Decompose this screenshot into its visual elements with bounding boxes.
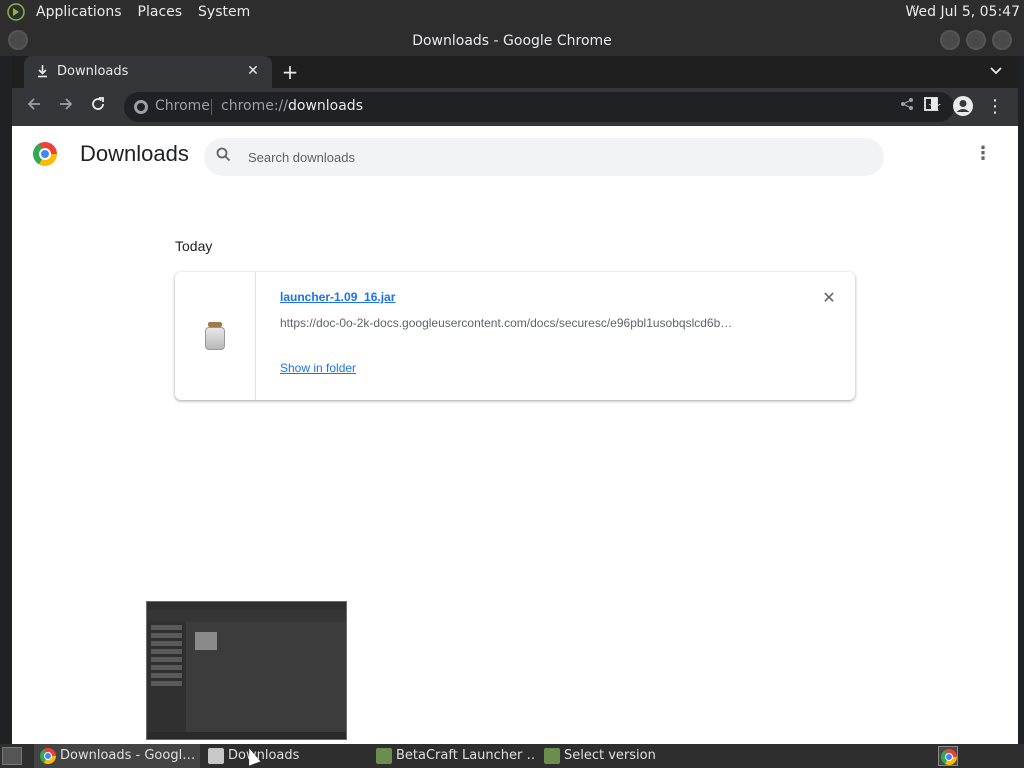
file-name-link[interactable]: launcher-1.09_16.jar: [280, 290, 395, 304]
address-bar[interactable]: Chrome chrome://downloads ☆: [124, 92, 954, 122]
jar-file-icon: [204, 322, 226, 350]
remove-download-icon[interactable]: ✕: [819, 288, 839, 308]
betacraft-icon: [544, 748, 560, 764]
window-menu-button[interactable]: [8, 30, 28, 50]
forward-button[interactable]: [54, 95, 78, 119]
preview-sidebar: [147, 622, 186, 739]
back-button[interactable]: [22, 95, 46, 119]
system-menu[interactable]: System: [190, 4, 258, 20]
more-actions-icon[interactable]: ⋮: [974, 144, 992, 164]
tab-strip: Downloads ✕ +: [12, 56, 1018, 88]
betacraft-icon: [376, 748, 392, 764]
file-source-url: https://doc-0o-2k-docs.googleusercontent…: [280, 316, 733, 330]
taskbar-item-label: Select version: [564, 748, 656, 763]
taskbar-item-select-version[interactable]: Select version: [538, 744, 704, 768]
date-group-label: Today: [175, 238, 213, 254]
file-icon-area: [175, 272, 256, 400]
maximize-button[interactable]: [966, 30, 986, 50]
folder-icon: [208, 748, 224, 764]
taskbar-item-label: BetaCraft Launcher …: [396, 748, 536, 763]
bottom-taskbar: Downloads - Googl… Downloads BetaCraft L…: [0, 744, 1024, 768]
side-panel-icon[interactable]: [919, 95, 943, 119]
search-downloads-input[interactable]: [248, 146, 848, 168]
taskbar-item-label: Downloads - Googl…: [60, 748, 196, 763]
share-icon[interactable]: [900, 97, 914, 115]
tab-search-chevron-icon[interactable]: [986, 62, 1006, 82]
new-tab-button[interactable]: +: [278, 60, 302, 84]
tab-downloads[interactable]: Downloads ✕: [24, 56, 272, 88]
top-panel: Applications Places System Wed Jul 5, 05…: [0, 0, 1024, 24]
chrome-site-icon: [134, 100, 148, 114]
url-host: downloads: [288, 98, 363, 114]
taskbar-item-label: Downloads: [228, 748, 300, 763]
taskbar-item-downloads-folder[interactable]: Downloads: [202, 744, 368, 768]
url-text[interactable]: chrome://downloads: [221, 98, 363, 114]
show-desktop-icon[interactable]: [2, 747, 22, 765]
workspace-switcher[interactable]: [938, 746, 958, 766]
page-title: Downloads: [80, 141, 189, 166]
preview-statusbar: [147, 732, 346, 739]
chrome-icon: [40, 748, 56, 764]
chrome-logo-icon: [33, 142, 57, 166]
omnibox-divider: [211, 99, 212, 115]
taskbar-item-chrome[interactable]: Downloads - Googl…: [34, 744, 200, 768]
tab-title: Downloads: [57, 64, 129, 79]
places-menu[interactable]: Places: [130, 4, 191, 20]
show-in-folder-link[interactable]: Show in folder: [280, 361, 356, 375]
close-window-button[interactable]: [992, 30, 1012, 50]
preview-file-icon: [195, 632, 217, 650]
minimize-button[interactable]: [940, 30, 960, 50]
search-downloads-box[interactable]: [204, 138, 884, 176]
preview-toolbar: [147, 610, 346, 622]
taskbar-item-betacraft-launcher[interactable]: BetaCraft Launcher …: [370, 744, 536, 768]
preview-menubar: [147, 602, 346, 610]
window-preview-thumbnail[interactable]: [146, 601, 347, 740]
download-item: launcher-1.09_16.jar https://doc-0o-2k-d…: [175, 272, 855, 400]
chrome-menu-icon[interactable]: ⋮: [983, 95, 1007, 119]
reload-button[interactable]: [86, 95, 110, 119]
url-scheme: chrome://: [221, 98, 288, 114]
profile-avatar-icon[interactable]: [951, 95, 975, 119]
window-titlebar[interactable]: Downloads - Google Chrome: [0, 24, 1024, 56]
search-icon: [216, 147, 234, 165]
browser-toolbar: Chrome chrome://downloads ☆ ⋮: [12, 88, 1018, 126]
download-icon: [36, 64, 50, 78]
site-label: Chrome: [155, 98, 210, 114]
distro-logo-icon[interactable]: [4, 0, 28, 24]
close-tab-icon[interactable]: ✕: [244, 62, 262, 80]
clock[interactable]: Wed Jul 5, 05:47: [906, 0, 1020, 24]
chrome-tray-icon: [941, 749, 957, 765]
page-header: Downloads ⋮: [12, 126, 1018, 182]
applications-menu[interactable]: Applications: [28, 4, 130, 20]
window-title: Downloads - Google Chrome: [412, 33, 612, 49]
